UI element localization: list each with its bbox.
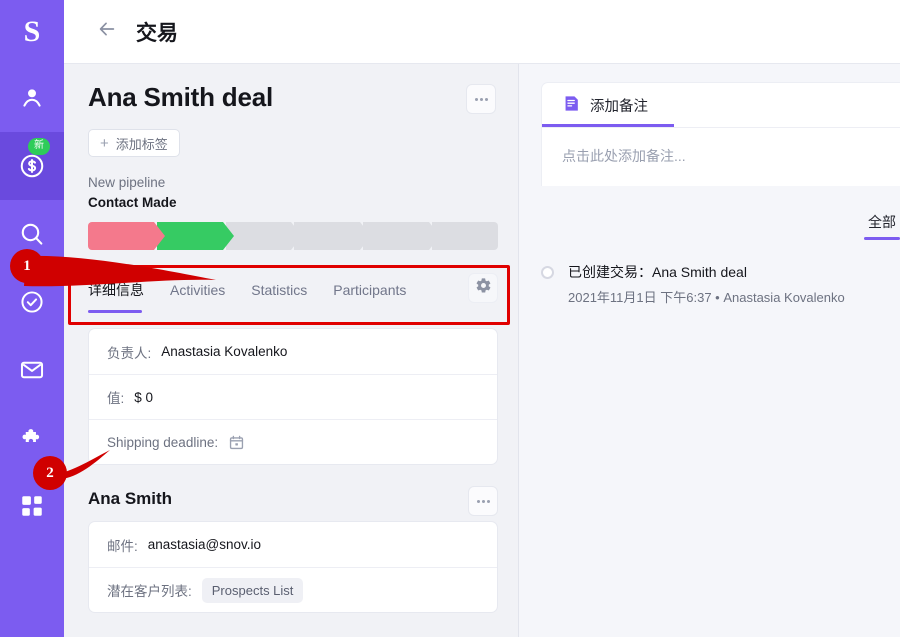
app-logo[interactable]: S [0,0,64,64]
feed-status-circle-icon [541,266,554,279]
note-tab-underline [542,124,674,127]
dot [481,499,485,503]
add-tag-button[interactable]: + 添加标签 [88,129,180,157]
feed-filter-all[interactable]: 全部 [864,212,900,240]
feed-item-body: 已创建交易：Ana Smith deal 2021年11月1日 下午6:37 •… [568,262,845,306]
row-value-amount: $ 0 [134,389,154,405]
tab-add-note[interactable]: 添加备注 [562,83,648,127]
activity-column: 添加备注 点击此处添加备注... 全部 已创建交易：Ana Smith deal… [519,64,900,637]
gear-icon [475,277,492,299]
tab-statistics[interactable]: Statistics [251,270,307,310]
row-owner[interactable]: 负责人: Anastasia Kovalenko [89,329,497,374]
pipeline-stage-name: Contact Made [88,195,177,210]
envelope-icon [18,356,46,384]
prospects-list-pill[interactable]: Prospects List [201,577,304,603]
row-email-value: anastasia@snov.io [147,537,262,552]
plus-icon: + [100,134,109,152]
person-icon [18,84,46,112]
row-email-label: 邮件: [107,538,138,554]
dot [474,97,478,101]
dot [476,499,480,503]
sidebar-item-contacts[interactable] [0,64,64,132]
activity-feed: 已创建交易：Ana Smith deal 2021年11月1日 下午6:37 •… [541,262,900,306]
stage-segment-3[interactable] [225,222,303,250]
back-button[interactable] [94,19,120,45]
pipeline-name: New pipeline [88,175,166,190]
deal-more-button[interactable] [466,84,496,114]
dollar-coin-icon [17,151,47,181]
annotation-marker-2: 2 [33,456,67,490]
puzzle-icon [18,424,46,452]
feed-filter-row: 全部 [541,212,900,240]
stage-segment-1[interactable] [88,222,165,250]
dot [484,97,488,101]
row-owner-value: Anastasia Kovalenko [161,344,288,359]
feed-item[interactable]: 已创建交易：Ana Smith deal 2021年11月1日 下午6:37 •… [541,262,900,306]
tabs-settings-button[interactable] [468,273,498,303]
sidebar-item-deals[interactable]: 新 [0,132,64,200]
row-shipping-deadline-label: Shipping deadline: [107,434,219,450]
calendar-icon[interactable] [228,434,245,451]
deal-title: Ana Smith deal [88,82,274,112]
left-nav-rail: S 新 [0,0,64,637]
add-note-card: 添加备注 点击此处添加备注... [541,82,900,186]
annotation-1-tail [24,255,216,287]
new-badge: 新 [28,138,50,155]
note-icon [562,94,581,117]
grid-icon [19,493,45,519]
stage-segment-4[interactable] [294,222,372,250]
note-tabs: 添加备注 [542,83,900,127]
annotation-marker-1: 1 [10,249,44,283]
page-title: 交易 [136,21,178,45]
feed-item-title: 已创建交易：Ana Smith deal [568,264,747,280]
note-input[interactable]: 点击此处添加备注... [542,128,900,186]
contact-name: Ana Smith [88,489,173,508]
search-icon [18,220,46,248]
dot [479,97,483,101]
tab-participants[interactable]: Participants [333,270,406,310]
contact-header: Ana Smith [88,486,498,516]
row-email[interactable]: 邮件: anastasia@snov.io [89,522,497,567]
row-prospect-list[interactable]: 潜在客户列表: Prospects List [89,567,497,612]
arrow-left-icon [96,18,118,45]
row-owner-label: 负责人: [107,345,152,361]
row-value-label: 值: [107,391,125,406]
deal-detail-column: Ana Smith deal + 添加标签 New pipeline Conta… [64,64,518,637]
pipeline-stage-bar [88,222,498,250]
row-shipping-deadline[interactable]: Shipping deadline: [89,419,497,464]
feed-item-meta: 2021年11月1日 下午6:37 • Anastasia Kovalenko [568,290,845,305]
stage-segment-2[interactable] [156,222,234,250]
dot [486,499,490,503]
stage-segment-5[interactable] [363,222,440,250]
stage-segment-6[interactable] [432,222,498,250]
top-bar: 交易 [64,0,900,64]
app-root: S 新 交易 Ana Smith deal + 添加标签 New pipelin… [0,0,900,637]
deal-details-card: 负责人: Anastasia Kovalenko 值: $ 0 Shipping… [88,328,498,465]
add-tag-label: 添加标签 [115,136,168,152]
sidebar-item-email[interactable] [0,336,64,404]
main-content: Ana Smith deal + 添加标签 New pipeline Conta… [64,64,900,637]
deal-header: Ana Smith deal + 添加标签 New pipeline Conta… [88,64,498,250]
contact-more-button[interactable] [468,486,498,516]
row-value[interactable]: 值: $ 0 [89,374,497,419]
row-prospect-list-label: 潜在客户列表: [107,584,192,599]
contact-details-card: 邮件: anastasia@snov.io 潜在客户列表: Prospects … [88,521,498,613]
tab-add-note-label: 添加备注 [590,98,648,115]
